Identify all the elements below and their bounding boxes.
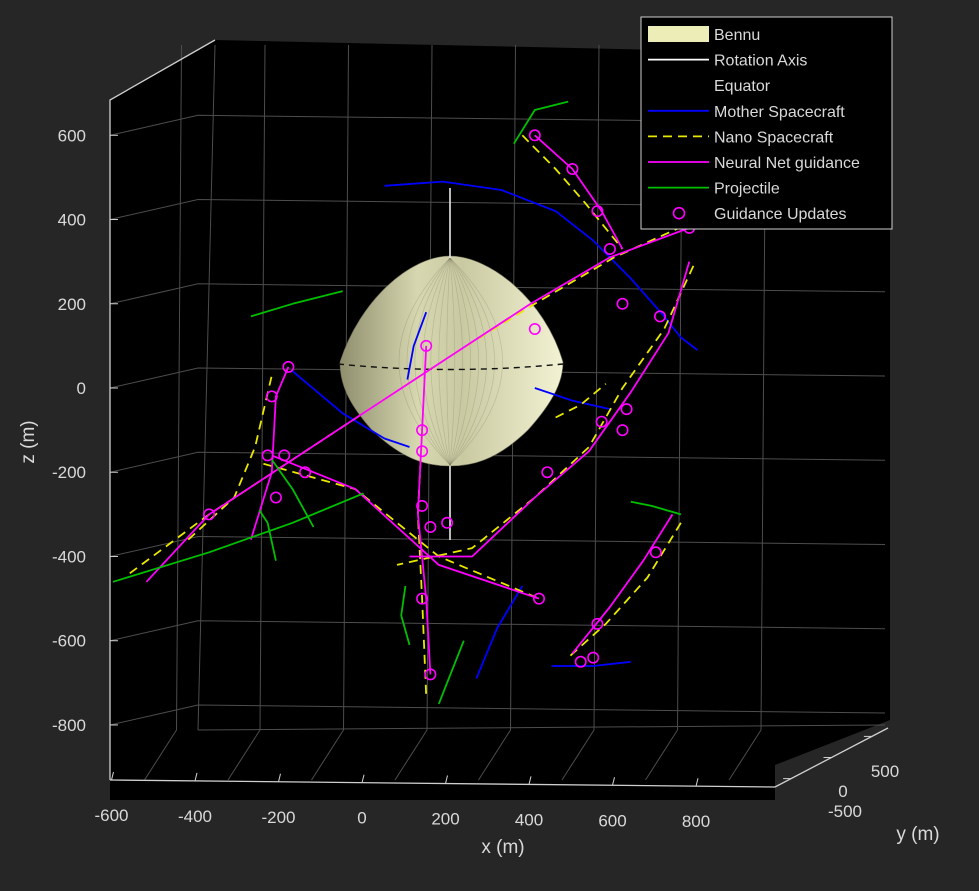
legend-label: Equator xyxy=(714,78,771,95)
x-tick-label: 800 xyxy=(682,812,710,831)
z-tick-label: 400 xyxy=(58,211,86,230)
z-tick-label: -600 xyxy=(52,632,86,651)
x-tick-label: 200 xyxy=(431,810,459,829)
x-axis-label: x (m) xyxy=(481,837,524,858)
y-tick-label: 0 xyxy=(838,782,847,801)
legend-entry: Bennu xyxy=(648,26,760,44)
z-tick-label: -200 xyxy=(52,463,86,482)
legend-label: Bennu xyxy=(714,27,760,44)
z-tick-label: 0 xyxy=(77,379,86,398)
x-tick-label: -200 xyxy=(261,808,295,827)
y-axis-label: y (m) xyxy=(896,824,939,845)
z-tick-label: -400 xyxy=(52,548,86,567)
legend-label: Rotation Axis xyxy=(714,53,807,70)
legend-swatch xyxy=(648,26,709,42)
y-tick-label: -500 xyxy=(828,802,862,821)
z-tick-label: -800 xyxy=(52,716,86,735)
z-tick-label: 600 xyxy=(58,126,86,145)
y-tick-label: 500 xyxy=(871,762,899,781)
x-tick-label: 0 xyxy=(357,809,366,828)
legend-label: Neural Net guidance xyxy=(714,155,860,172)
legend-label: Nano Spacecraft xyxy=(714,129,834,146)
x-tick-label: 400 xyxy=(515,810,543,829)
legend-label: Mother Spacecraft xyxy=(714,104,845,121)
z-tick-label: 200 xyxy=(58,295,86,314)
legend: Bennu Rotation Axis Equator Mother Spacecra… xyxy=(640,16,893,230)
z-axis-label: z (m) xyxy=(18,420,39,463)
legend-label: Guidance Updates xyxy=(714,206,847,223)
x-tick-label: -400 xyxy=(178,807,212,826)
x-tick-label: 600 xyxy=(598,811,626,830)
legend-label: Projectile xyxy=(714,181,780,198)
chart-figure: -600 -400 -200 0 200 400 600 800 -5000500 60040… xyxy=(0,0,979,891)
x-tick-label: -600 xyxy=(94,806,128,825)
